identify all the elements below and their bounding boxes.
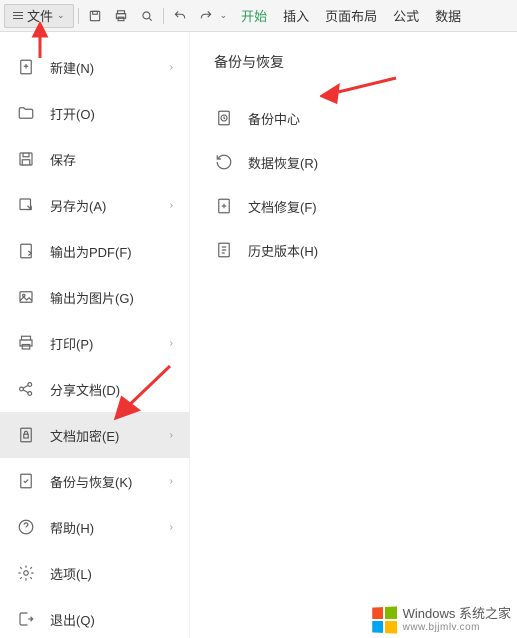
file-sidebar: 新建(N) › 打开(O) 保存 另存为(A) › 输出为PDF(F) 输出为图… (0, 32, 190, 638)
watermark-url: www.bjjmlv.com (403, 622, 511, 634)
menu-pdf[interactable]: 输出为PDF(F) (0, 228, 189, 274)
menu-label: 打印(P) (50, 334, 170, 353)
chevron-right-icon: › (170, 62, 173, 73)
sub-history[interactable]: 历史版本(H) (214, 228, 493, 272)
menu-label: 分享文档(D) (50, 380, 173, 399)
save-icon (16, 149, 36, 169)
menu-label: 输出为PDF(F) (50, 242, 173, 261)
separator (163, 8, 164, 24)
sub-backup-center[interactable]: 备份中心 (214, 96, 493, 140)
backup-icon (16, 471, 36, 491)
clock-doc-icon (214, 108, 234, 128)
menu-label: 另存为(A) (50, 196, 170, 215)
menu-saveas[interactable]: 另存为(A) › (0, 182, 189, 228)
watermark-brand: Windows (403, 606, 456, 621)
chevron-right-icon: › (170, 522, 173, 533)
gear-icon (16, 563, 36, 583)
watermark: Windows 系统之家 www.bjjmlv.com (371, 606, 511, 634)
lock-icon (16, 425, 36, 445)
sub-label: 文档修复(F) (248, 197, 317, 216)
chevron-down-icon[interactable]: ⌄ (220, 10, 228, 21)
chevron-down-icon: ⌄ (57, 10, 65, 21)
menu-options[interactable]: 选项(L) (0, 550, 189, 596)
chevron-right-icon: › (170, 476, 173, 487)
menu-label: 新建(N) (50, 58, 170, 77)
menu-image[interactable]: 输出为图片(G) (0, 274, 189, 320)
chevron-right-icon: › (170, 338, 173, 349)
menu-label: 选项(L) (50, 564, 173, 583)
sub-data-recovery[interactable]: 数据恢复(R) (214, 140, 493, 184)
separator (78, 8, 79, 24)
content-title: 备份与恢复 (214, 52, 493, 72)
main-area: 新建(N) › 打开(O) 保存 另存为(A) › 输出为PDF(F) 输出为图… (0, 32, 517, 638)
menu-backup[interactable]: 备份与恢复(K) › (0, 458, 189, 504)
history-icon (214, 240, 234, 260)
chevron-right-icon: › (170, 200, 173, 211)
save-icon[interactable] (83, 4, 107, 28)
sub-doc-repair[interactable]: 文档修复(F) (214, 184, 493, 228)
content-panel: 备份与恢复 备份中心 数据恢复(R) 文档修复(F) 历史版本(H) (190, 32, 517, 638)
redo-icon[interactable] (194, 4, 218, 28)
tab-data[interactable]: 数据 (435, 6, 461, 25)
recovery-icon (214, 152, 234, 172)
sub-label: 数据恢复(R) (248, 153, 318, 172)
share-icon (16, 379, 36, 399)
menu-new[interactable]: 新建(N) › (0, 44, 189, 90)
exit-icon (16, 609, 36, 629)
menu-label: 输出为图片(G) (50, 288, 173, 307)
menu-save[interactable]: 保存 (0, 136, 189, 182)
file-menu-button[interactable]: 文件 ⌄ (4, 4, 74, 28)
menu-label: 备份与恢复(K) (50, 472, 170, 491)
tab-start[interactable]: 开始 (241, 6, 267, 25)
chevron-right-icon: › (170, 430, 173, 441)
toolbar: 文件 ⌄ ⌄ 开始 插入 页面布局 公式 数据 (0, 0, 517, 32)
windows-logo-icon (372, 607, 397, 634)
menu-label: 帮助(H) (50, 518, 170, 537)
menu-print[interactable]: 打印(P) › (0, 320, 189, 366)
ribbon-tabs: 开始 插入 页面布局 公式 数据 (241, 6, 461, 25)
help-icon (16, 517, 36, 537)
saveas-icon (16, 195, 36, 215)
undo-icon[interactable] (168, 4, 192, 28)
menu-help[interactable]: 帮助(H) › (0, 504, 189, 550)
watermark-suffix: 系统之家 (459, 606, 511, 621)
menu-label: 保存 (50, 150, 173, 169)
folder-icon (16, 103, 36, 123)
print-icon[interactable] (109, 4, 133, 28)
new-icon (16, 57, 36, 77)
sub-label: 备份中心 (248, 109, 300, 128)
menu-exit[interactable]: 退出(Q) (0, 596, 189, 638)
tab-formula[interactable]: 公式 (393, 6, 419, 25)
menu-label: 打开(O) (50, 104, 173, 123)
sub-label: 历史版本(H) (248, 241, 318, 260)
pdf-icon (16, 241, 36, 261)
menu-encrypt[interactable]: 文档加密(E) › (0, 412, 189, 458)
file-menu-label: 文件 (27, 6, 53, 25)
tab-layout[interactable]: 页面布局 (325, 6, 377, 25)
image-icon (16, 287, 36, 307)
hamburger-icon (13, 12, 23, 19)
tab-insert[interactable]: 插入 (283, 6, 309, 25)
menu-label: 文档加密(E) (50, 426, 170, 445)
menu-open[interactable]: 打开(O) (0, 90, 189, 136)
menu-share[interactable]: 分享文档(D) (0, 366, 189, 412)
preview-icon[interactable] (135, 4, 159, 28)
print-icon (16, 333, 36, 353)
menu-label: 退出(Q) (50, 610, 173, 629)
repair-icon (214, 196, 234, 216)
